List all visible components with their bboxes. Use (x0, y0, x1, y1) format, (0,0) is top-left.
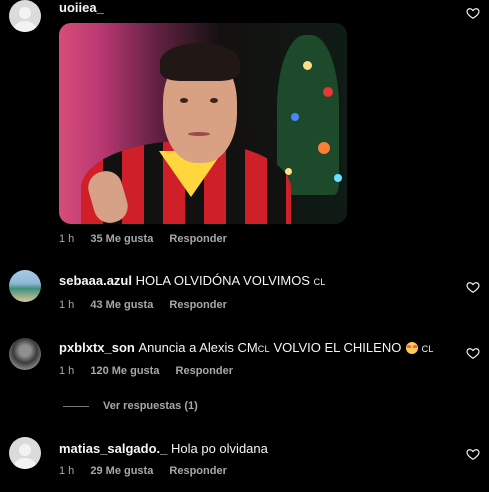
comment-text-continued: VOLVIO EL CHILENO (269, 340, 402, 355)
comment-row: pxblxtx_son Anuncia a Alexis CMCL VOLVIO… (59, 340, 434, 355)
reply-button[interactable]: Responder (169, 299, 226, 311)
reply-button[interactable]: Responder (169, 465, 226, 477)
comment-row: matias_salgado._ Hola po olvidana (59, 441, 268, 456)
comment-time: 1 h (59, 299, 75, 311)
heart-icon[interactable] (466, 280, 480, 294)
country-code: CL (421, 344, 434, 354)
comment-time: 1 h (59, 233, 75, 245)
reply-button[interactable]: Responder (169, 233, 226, 245)
comment-username[interactable]: pxblxtx_son (59, 340, 135, 355)
replies-divider (63, 406, 89, 407)
comment-text: HOLA OLVIDÓNA VOLVIMOS (135, 273, 310, 288)
comment-username[interactable]: sebaaa.azul (59, 273, 132, 288)
reply-button[interactable]: Responder (176, 365, 233, 377)
user-avatar[interactable] (9, 338, 41, 370)
country-code: CL (313, 277, 326, 287)
comment-meta: 1 h 29 Me gusta Responder (59, 465, 240, 477)
country-code: CL (257, 344, 270, 354)
gif-image[interactable] (59, 23, 347, 224)
like-count[interactable]: 43 Me gusta (90, 299, 153, 311)
like-count[interactable]: 29 Me gusta (90, 465, 153, 477)
comment-text: Anuncia a Alexis CM (138, 340, 258, 355)
view-replies-button[interactable]: Ver respuestas (1) (103, 400, 198, 412)
heart-icon[interactable] (466, 346, 480, 360)
comment-meta: 1 h 35 Me gusta Responder (59, 233, 240, 245)
user-avatar[interactable] (9, 270, 41, 302)
comment-meta: 1 h 120 Me gusta Responder (59, 365, 246, 377)
comment-meta: 1 h 43 Me gusta Responder (59, 299, 240, 311)
heart-icon[interactable] (466, 447, 480, 461)
comment-username[interactable]: uoiiea_ (59, 0, 104, 15)
comment-username[interactable]: matias_salgado._ (59, 441, 167, 456)
comment-row: sebaaa.azul HOLA OLVIDÓNA VOLVIMOS CL (59, 273, 326, 288)
comment-time: 1 h (59, 365, 75, 377)
comment-time: 1 h (59, 465, 75, 477)
like-count[interactable]: 35 Me gusta (90, 233, 153, 245)
heart-icon[interactable] (466, 6, 480, 20)
like-count[interactable]: 120 Me gusta (90, 365, 159, 377)
comment-text: Hola po olvidana (171, 441, 268, 456)
default-avatar-icon[interactable] (9, 0, 41, 32)
default-avatar-icon[interactable] (9, 437, 41, 469)
heart-eyes-emoji-icon (405, 342, 418, 354)
